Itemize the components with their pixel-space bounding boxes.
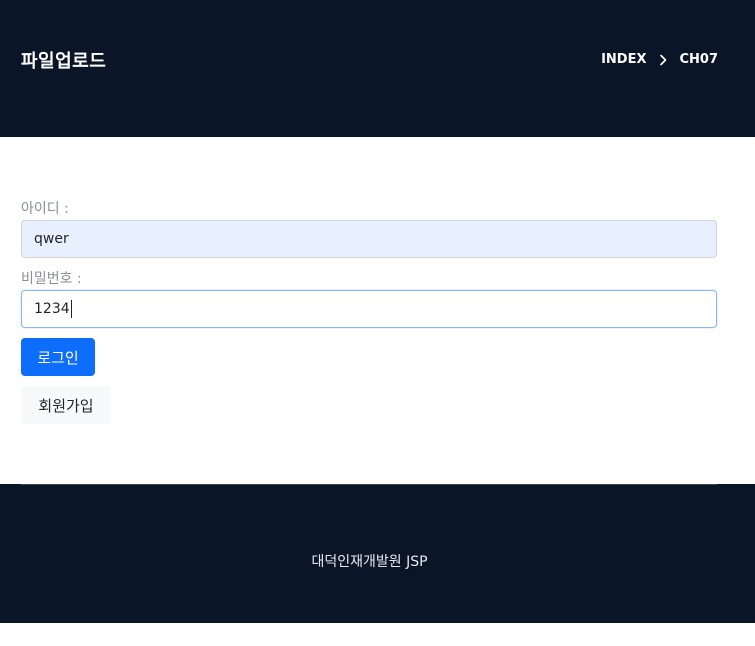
login-form: 아이디 : qwer 비밀번호 : 1234 로그인 회원가입: [0, 137, 755, 484]
footer-divider: [21, 484, 717, 485]
site-header: 파일업로드 INDEX CH07: [0, 0, 755, 137]
footer-text: 대덕인재개발원 JSP: [311, 554, 428, 570]
breadcrumb-index-link[interactable]: INDEX: [601, 52, 646, 67]
breadcrumb: INDEX CH07: [601, 52, 718, 67]
password-input[interactable]: 1234: [21, 290, 717, 328]
text-caret: [70, 300, 72, 318]
password-input-value: 1234: [34, 301, 70, 317]
password-label: 비밀번호 :: [21, 271, 82, 287]
breadcrumb-current: CH07: [679, 52, 718, 67]
chevron-right-icon: [659, 54, 667, 66]
id-input-value: qwer: [34, 231, 69, 247]
page-title: 파일업로드: [21, 51, 107, 72]
site-footer: 대덕인재개발원 JSP: [0, 484, 755, 623]
id-input[interactable]: qwer: [21, 220, 717, 258]
login-button[interactable]: 로그인: [21, 338, 95, 376]
signup-button[interactable]: 회원가입: [21, 386, 111, 424]
id-label: 아이디 :: [21, 201, 69, 217]
